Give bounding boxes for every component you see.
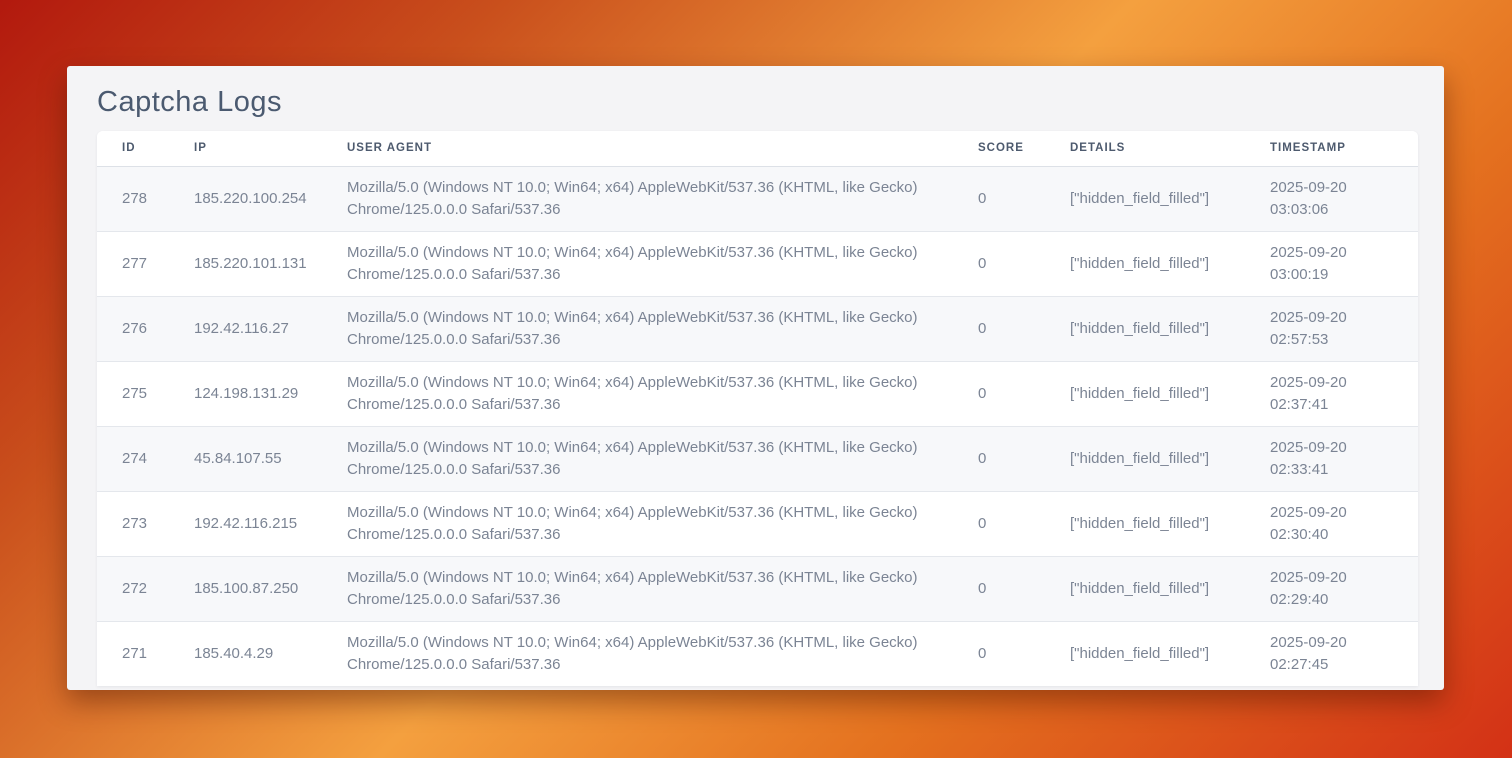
cell-user-agent: Mozilla/5.0 (Windows NT 10.0; Win64; x64…: [322, 556, 953, 621]
user-agent-line: Chrome/125.0.0.0 Safari/537.36: [347, 526, 560, 543]
cell-score: 0: [953, 621, 1045, 686]
user-agent-line: Mozilla/5.0 (Windows NT 10.0; Win64; x64…: [347, 244, 918, 261]
cell-ip: 45.84.107.55: [169, 426, 322, 491]
cell-ip: 185.100.87.250: [169, 556, 322, 621]
cell-id: 273: [97, 491, 169, 556]
captcha-logs-card: Captcha Logs ID IP USER AGENT SCORE DETA…: [67, 66, 1444, 690]
user-agent-line: Mozilla/5.0 (Windows NT 10.0; Win64; x64…: [347, 569, 918, 586]
cell-id: 272: [97, 556, 169, 621]
cell-score: 0: [953, 166, 1045, 231]
cell-details: ["hidden_field_filled"]: [1045, 556, 1245, 621]
user-agent-line: Mozilla/5.0 (Windows NT 10.0; Win64; x64…: [347, 309, 918, 326]
cell-user-agent: Mozilla/5.0 (Windows NT 10.0; Win64; x64…: [322, 231, 953, 296]
user-agent-line: Mozilla/5.0 (Windows NT 10.0; Win64; x64…: [347, 439, 918, 456]
cell-details: ["hidden_field_filled"]: [1045, 426, 1245, 491]
cell-details: ["hidden_field_filled"]: [1045, 361, 1245, 426]
cell-ip: 185.220.100.254: [169, 166, 322, 231]
table-row: 278 185.220.100.254 Mozilla/5.0 (Windows…: [97, 166, 1418, 231]
user-agent-line: Chrome/125.0.0.0 Safari/537.36: [347, 461, 560, 478]
cell-score: 0: [953, 491, 1045, 556]
user-agent-line: Chrome/125.0.0.0 Safari/537.36: [347, 591, 560, 608]
cell-id: 276: [97, 296, 169, 361]
cell-score: 0: [953, 296, 1045, 361]
user-agent-line: Mozilla/5.0 (Windows NT 10.0; Win64; x64…: [347, 504, 918, 521]
cell-id: 274: [97, 426, 169, 491]
cell-user-agent: Mozilla/5.0 (Windows NT 10.0; Win64; x64…: [322, 621, 953, 686]
cell-id: 271: [97, 621, 169, 686]
user-agent-line: Chrome/125.0.0.0 Safari/537.36: [347, 331, 560, 348]
cell-timestamp: 2025-09-20 03:03:06: [1245, 166, 1418, 231]
user-agent-line: Chrome/125.0.0.0 Safari/537.36: [347, 656, 560, 673]
cell-ip: 124.198.131.29: [169, 361, 322, 426]
cell-score: 0: [953, 231, 1045, 296]
card-header: Captcha Logs: [67, 66, 1444, 131]
cell-score: 0: [953, 556, 1045, 621]
user-agent-line: Chrome/125.0.0.0 Safari/537.36: [347, 266, 560, 283]
column-header-score: SCORE: [953, 131, 1045, 166]
cell-timestamp: 2025-09-20 02:37:41: [1245, 361, 1418, 426]
user-agent-line: Chrome/125.0.0.0 Safari/537.36: [347, 396, 560, 413]
logs-table-container: ID IP USER AGENT SCORE DETAILS TIMESTAMP…: [97, 131, 1418, 686]
table-row: 271 185.40.4.29 Mozilla/5.0 (Windows NT …: [97, 621, 1418, 686]
cell-timestamp: 2025-09-20 03:00:19: [1245, 231, 1418, 296]
table-row: 272 185.100.87.250 Mozilla/5.0 (Windows …: [97, 556, 1418, 621]
cell-ip: 192.42.116.215: [169, 491, 322, 556]
cell-id: 278: [97, 166, 169, 231]
cell-timestamp: 2025-09-20 02:57:53: [1245, 296, 1418, 361]
user-agent-line: Mozilla/5.0 (Windows NT 10.0; Win64; x64…: [347, 179, 918, 196]
table-row: 275 124.198.131.29 Mozilla/5.0 (Windows …: [97, 361, 1418, 426]
cell-user-agent: Mozilla/5.0 (Windows NT 10.0; Win64; x64…: [322, 491, 953, 556]
cell-id: 275: [97, 361, 169, 426]
cell-score: 0: [953, 361, 1045, 426]
cell-user-agent: Mozilla/5.0 (Windows NT 10.0; Win64; x64…: [322, 361, 953, 426]
column-header-id: ID: [97, 131, 169, 166]
user-agent-line: Chrome/125.0.0.0 Safari/537.36: [347, 201, 560, 218]
cell-id: 277: [97, 231, 169, 296]
cell-user-agent: Mozilla/5.0 (Windows NT 10.0; Win64; x64…: [322, 166, 953, 231]
cell-details: ["hidden_field_filled"]: [1045, 231, 1245, 296]
cell-score: 0: [953, 426, 1045, 491]
page-title: Captcha Logs: [97, 86, 282, 119]
logs-table: ID IP USER AGENT SCORE DETAILS TIMESTAMP…: [97, 131, 1418, 686]
table-row: 277 185.220.101.131 Mozilla/5.0 (Windows…: [97, 231, 1418, 296]
column-header-user-agent: USER AGENT: [322, 131, 953, 166]
cell-user-agent: Mozilla/5.0 (Windows NT 10.0; Win64; x64…: [322, 426, 953, 491]
cell-timestamp: 2025-09-20 02:33:41: [1245, 426, 1418, 491]
cell-user-agent: Mozilla/5.0 (Windows NT 10.0; Win64; x64…: [322, 296, 953, 361]
table-row: 273 192.42.116.215 Mozilla/5.0 (Windows …: [97, 491, 1418, 556]
cell-details: ["hidden_field_filled"]: [1045, 166, 1245, 231]
cell-timestamp: 2025-09-20 02:27:45: [1245, 621, 1418, 686]
cell-details: ["hidden_field_filled"]: [1045, 621, 1245, 686]
column-header-ip: IP: [169, 131, 322, 166]
user-agent-line: Mozilla/5.0 (Windows NT 10.0; Win64; x64…: [347, 374, 918, 391]
cell-ip: 192.42.116.27: [169, 296, 322, 361]
cell-timestamp: 2025-09-20 02:30:40: [1245, 491, 1418, 556]
column-header-timestamp: TIMESTAMP: [1245, 131, 1418, 166]
cell-details: ["hidden_field_filled"]: [1045, 491, 1245, 556]
table-body: 278 185.220.100.254 Mozilla/5.0 (Windows…: [97, 166, 1418, 686]
table-row: 274 45.84.107.55 Mozilla/5.0 (Windows NT…: [97, 426, 1418, 491]
user-agent-line: Mozilla/5.0 (Windows NT 10.0; Win64; x64…: [347, 634, 918, 651]
cell-ip: 185.220.101.131: [169, 231, 322, 296]
table-header-row: ID IP USER AGENT SCORE DETAILS TIMESTAMP: [97, 131, 1418, 166]
column-header-details: DETAILS: [1045, 131, 1245, 166]
table-row: 276 192.42.116.27 Mozilla/5.0 (Windows N…: [97, 296, 1418, 361]
cell-timestamp: 2025-09-20 02:29:40: [1245, 556, 1418, 621]
cell-ip: 185.40.4.29: [169, 621, 322, 686]
cell-details: ["hidden_field_filled"]: [1045, 296, 1245, 361]
